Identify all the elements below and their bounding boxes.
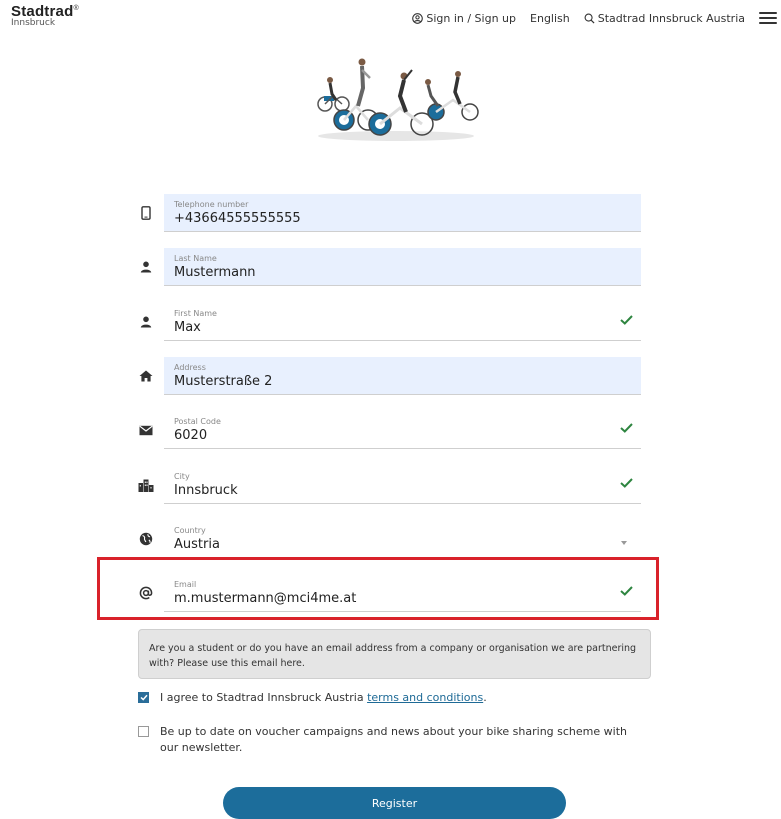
email-info-note: Are you a student or do you have an emai…: [138, 629, 651, 679]
address-value: Musterstraße 2: [174, 374, 273, 389]
first-name-input[interactable]: First Name Max: [164, 303, 641, 341]
last-name-label: Last Name: [174, 254, 217, 263]
postal-code-label: Postal Code: [174, 417, 221, 426]
checkmark-icon: [620, 315, 633, 325]
cyclist-figure: [368, 69, 434, 136]
postal-code-input[interactable]: Postal Code 6020: [164, 411, 641, 449]
email-value: m.mustermann@mci4me.at: [174, 591, 357, 606]
city-input[interactable]: City Innsbruck: [164, 466, 641, 504]
checkmark-icon: [620, 478, 633, 488]
email-field: Email m.mustermann@mci4me.at: [137, 574, 641, 612]
language-label: English: [530, 11, 570, 25]
telephone-label: Telephone number: [174, 200, 249, 209]
language-selector[interactable]: English: [530, 12, 570, 25]
country-value: Austria: [174, 537, 220, 552]
cyclist-figure: [317, 77, 350, 112]
city-search-label: Stadtrad Innsbruck Austria: [597, 11, 745, 25]
brand-logo[interactable]: Stadtrad® Innsbruck: [11, 3, 79, 28]
country-select[interactable]: Country Austria: [164, 520, 641, 558]
header: Stadtrad® Innsbruck Sign in / Sign up En…: [0, 0, 781, 40]
hamburger-menu-icon[interactable]: [759, 12, 777, 24]
first-name-label: First Name: [174, 309, 217, 318]
terms-link[interactable]: terms and conditions: [367, 691, 483, 704]
terms-checkbox-row: I agree to Stadtrad Innsbruck Austria te…: [138, 690, 640, 706]
cyclists-illustration: [317, 58, 479, 141]
at-icon: [137, 584, 155, 602]
last-name-field: Last Name Mustermann: [137, 248, 641, 286]
last-name-value: Mustermann: [174, 265, 256, 280]
checkmark-icon: [620, 586, 633, 596]
city-search[interactable]: Stadtrad Innsbruck Austria: [584, 12, 745, 25]
country-field: Country Austria: [137, 520, 641, 558]
city-icon: [137, 476, 155, 494]
newsletter-checkbox-row: Be up to date on voucher campaigns and n…: [138, 724, 640, 756]
globe-icon: [137, 530, 155, 548]
city-value: Innsbruck: [174, 483, 238, 498]
newsletter-text: Be up to date on voucher campaigns and n…: [160, 725, 627, 754]
checkbox-check-icon: [139, 694, 148, 701]
person-icon: [137, 313, 155, 331]
first-name-value: Max: [174, 320, 201, 335]
home-icon: [137, 367, 155, 385]
phone-icon: [137, 204, 155, 222]
email-label: Email: [174, 580, 197, 589]
dropdown-caret-icon: [621, 541, 627, 545]
address-input[interactable]: Address Musterstraße 2: [164, 357, 641, 395]
email-input[interactable]: Email m.mustermann@mci4me.at: [164, 574, 641, 612]
register-button[interactable]: Register: [223, 787, 566, 819]
telephone-value: +43664555555555: [174, 211, 301, 226]
last-name-input[interactable]: Last Name Mustermann: [164, 248, 641, 286]
country-label: Country: [174, 526, 206, 535]
checkmark-icon: [620, 423, 633, 433]
telephone-field: Telephone number +43664555555555: [137, 194, 641, 232]
search-icon: [584, 13, 595, 24]
city-field: City Innsbruck: [137, 466, 641, 504]
top-nav: Sign in / Sign up English Stadtrad Innsb…: [412, 10, 781, 26]
first-name-field: First Name Max: [137, 303, 641, 341]
brand-registered-mark: ®: [73, 5, 79, 12]
terms-checkbox[interactable]: [138, 692, 149, 703]
city-label: City: [174, 472, 190, 481]
cyclist-figure: [425, 71, 479, 121]
postal-code-value: 6020: [174, 428, 208, 443]
address-field: Address Musterstraße 2: [137, 357, 641, 395]
terms-text-end: .: [483, 691, 487, 704]
address-label: Address: [174, 363, 206, 372]
terms-text: I agree to Stadtrad Innsbruck Austria: [160, 691, 368, 704]
telephone-input[interactable]: Telephone number +43664555555555: [164, 194, 641, 232]
newsletter-checkbox[interactable]: [138, 726, 149, 737]
postal-code-field: Postal Code 6020: [137, 411, 641, 449]
signin-label: Sign in / Sign up: [426, 11, 517, 25]
person-icon: [137, 258, 155, 276]
signin-link[interactable]: Sign in / Sign up: [412, 12, 516, 25]
envelope-icon: [137, 421, 155, 439]
user-circle-icon: [412, 12, 424, 24]
